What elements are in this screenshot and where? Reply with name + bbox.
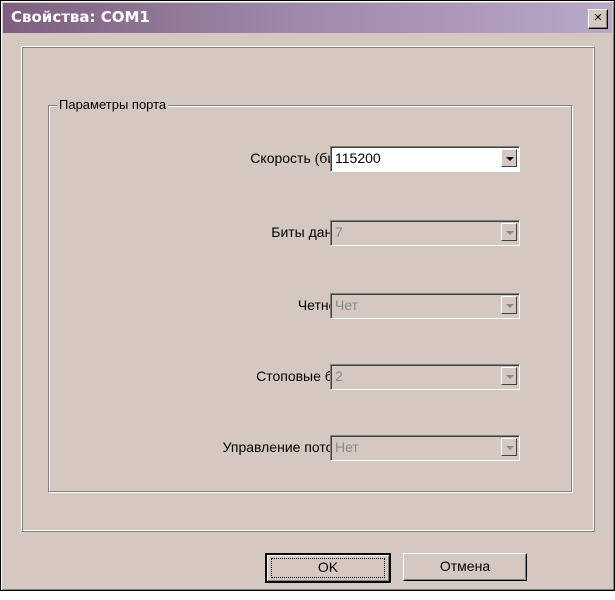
- close-icon: ×: [593, 9, 603, 26]
- baud-rate-select[interactable]: 115200: [330, 146, 520, 172]
- stop-bits-dropdown-arrow-icon: [501, 367, 517, 385]
- close-button[interactable]: ×: [588, 9, 608, 29]
- cancel-button[interactable]: Отмена: [403, 553, 527, 581]
- ok-button[interactable]: OK: [265, 553, 391, 583]
- data-bits-row: Биты данных: 7: [49, 220, 571, 246]
- window-title: Свойства: COM1: [11, 8, 150, 26]
- data-bits-select: 7: [330, 220, 520, 246]
- cancel-button-label: Отмена: [439, 558, 491, 574]
- stop-bits-value: 2: [335, 368, 343, 384]
- stop-bits-select: 2: [330, 364, 520, 390]
- baud-rate-row: Скорость (бит/с): 115200: [49, 146, 571, 172]
- parity-row: Четность: Чет: [49, 293, 571, 319]
- parity-dropdown-arrow-icon: [501, 296, 517, 314]
- data-bits-dropdown-arrow-icon: [501, 223, 517, 241]
- title-bar[interactable]: Свойства: COM1 ×: [3, 3, 612, 33]
- flow-control-dropdown-arrow-icon: [501, 438, 517, 456]
- properties-dialog: Свойства: COM1 × Параметры порта Скорост…: [0, 0, 615, 591]
- parity-value: Чет: [335, 297, 359, 313]
- baud-rate-value: 115200: [335, 150, 381, 166]
- group-title: Параметры порта: [57, 97, 169, 112]
- data-bits-value: 7: [335, 224, 343, 240]
- flow-control-row: Управление потоком: Нет: [49, 435, 571, 461]
- stop-bits-row: Стоповые биты: 2: [49, 364, 571, 390]
- parity-select: Чет: [330, 293, 520, 319]
- flow-control-select: Нет: [330, 435, 520, 461]
- baud-rate-dropdown-arrow-icon[interactable]: [501, 149, 517, 167]
- flow-control-value: Нет: [335, 439, 359, 455]
- port-settings-group: Параметры порта Скорость (бит/с): 115200…: [48, 97, 572, 492]
- focus-rectangle: [271, 558, 385, 578]
